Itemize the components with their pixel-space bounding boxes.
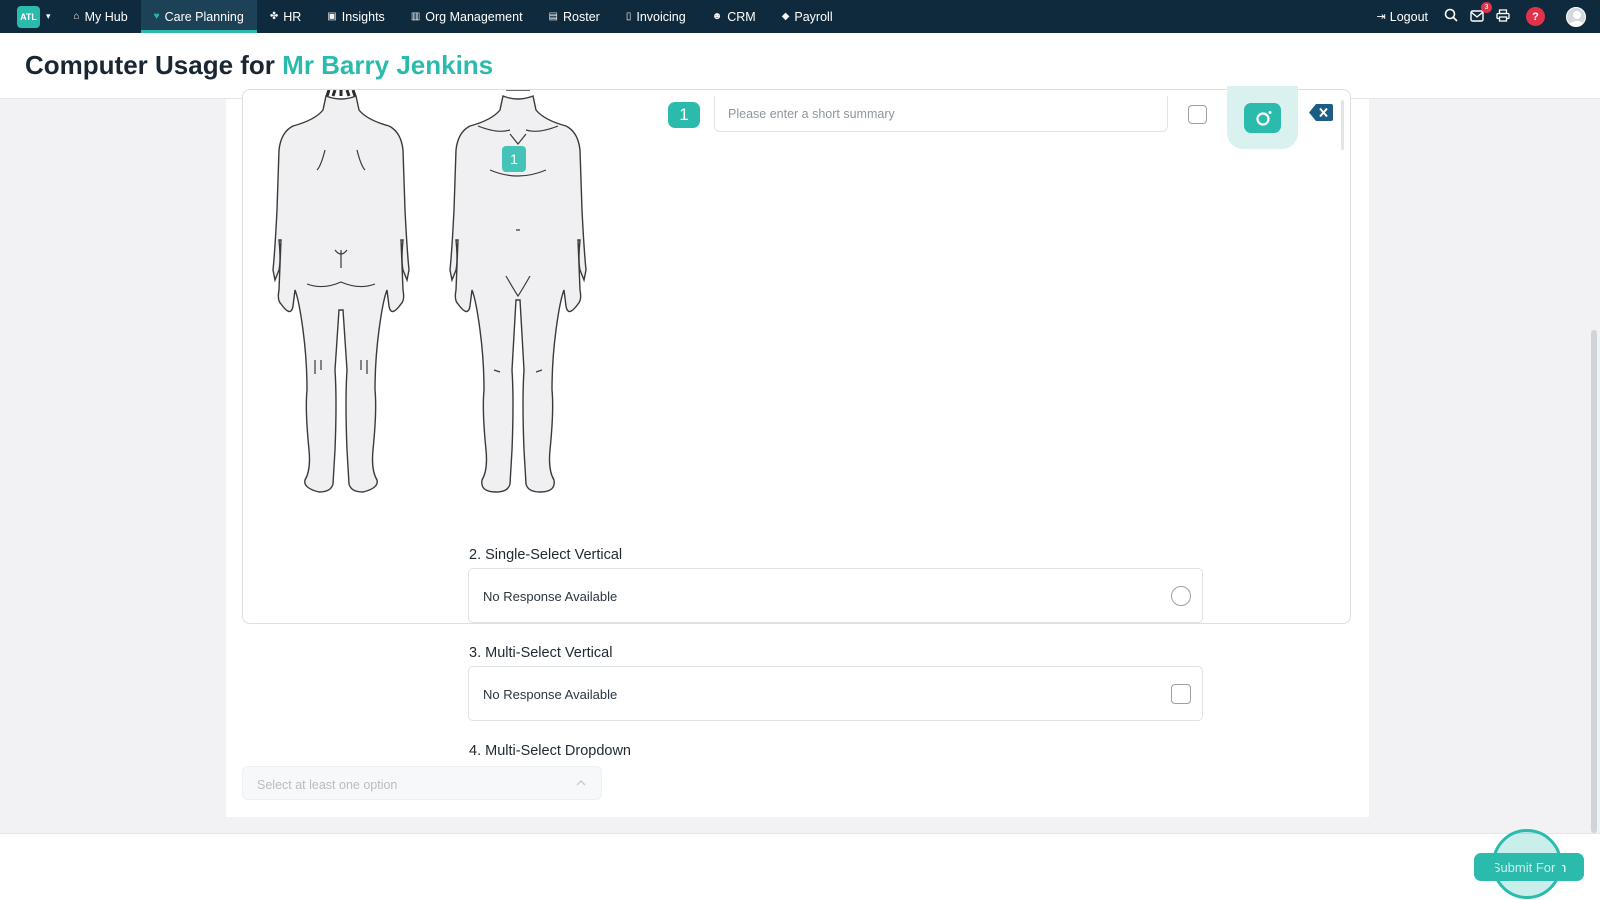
top-nav: ATL ▾ ⌂ My Hub ♥ Care Planning ✤ HR ▣ Insigh… bbox=[0, 0, 1600, 33]
entry-checkbox[interactable] bbox=[1188, 105, 1207, 124]
tag-icon: ◆ bbox=[781, 11, 790, 22]
multi-select-dropdown[interactable]: Select at least one option bbox=[242, 766, 602, 800]
page-scrollbar[interactable] bbox=[1591, 330, 1597, 833]
summary-input[interactable] bbox=[714, 96, 1168, 132]
client-name: Mr Barry Jenkins bbox=[282, 50, 494, 80]
delete-entry-button[interactable] bbox=[1309, 104, 1333, 121]
option-label: No Response Available bbox=[483, 687, 618, 702]
heart-icon: ♥ bbox=[153, 11, 160, 22]
nav-item-crm[interactable]: ☻ CRM bbox=[699, 0, 769, 33]
avatar[interactable] bbox=[1566, 6, 1586, 27]
search-icon[interactable] bbox=[1444, 8, 1458, 25]
chevron-up-icon bbox=[576, 779, 586, 786]
form-footer bbox=[0, 833, 1600, 900]
nav-item-payroll[interactable]: ◆ Payroll bbox=[769, 0, 846, 33]
brand-logo: ATL bbox=[17, 5, 40, 28]
dropdown-placeholder: Select at least one option bbox=[257, 778, 398, 792]
document-icon: ▯ bbox=[625, 11, 632, 22]
nav-item-label: Care Planning bbox=[164, 9, 244, 24]
nav-item-label: Insights bbox=[341, 9, 385, 24]
question-label: 3. Multi-Select Vertical bbox=[469, 645, 613, 661]
mail-icon[interactable]: 3 bbox=[1470, 1, 1492, 25]
photo-button[interactable] bbox=[1227, 86, 1298, 149]
page-title-prefix: Computer Usage for bbox=[25, 50, 275, 80]
radio-button[interactable] bbox=[1171, 586, 1191, 606]
nav-item-label: Org Management bbox=[425, 9, 523, 24]
nav-item-label: HR bbox=[283, 9, 302, 24]
help-button[interactable]: ? bbox=[1526, 7, 1545, 26]
single-select-option[interactable]: No Response Available bbox=[468, 568, 1203, 623]
option-label: No Response Available bbox=[483, 589, 618, 604]
nav-item-my-hub[interactable]: ⌂ My Hub bbox=[61, 0, 141, 33]
nav-item-org-management[interactable]: ▥ Org Management bbox=[398, 0, 536, 33]
paw-icon: ✤ bbox=[269, 11, 279, 22]
submit-form-button[interactable]: Submit For n bbox=[1474, 853, 1584, 881]
nav-item-label: Payroll bbox=[794, 9, 833, 24]
brand-switcher[interactable]: ATL ▾ bbox=[17, 5, 51, 28]
mail-count-badge: 3 bbox=[1481, 1, 1492, 13]
nav-item-label: My Hub bbox=[84, 9, 128, 24]
nav-item-label: Roster bbox=[563, 9, 600, 24]
print-icon[interactable] bbox=[1496, 8, 1510, 25]
backspace-icon bbox=[1309, 104, 1333, 121]
question-label: 4. Multi-Select Dropdown bbox=[469, 743, 631, 759]
nav-right-tools: ⇥ Logout 3 ? bbox=[1377, 0, 1600, 33]
nav-item-label: Invoicing bbox=[636, 9, 686, 24]
entry-number-badge: 1 bbox=[668, 102, 700, 128]
checkbox[interactable] bbox=[1171, 684, 1191, 704]
page-title: Computer Usage for Mr Barry Jenkins bbox=[25, 50, 493, 81]
nav-item-label: CRM bbox=[727, 9, 756, 24]
chevron-down-icon: ▾ bbox=[46, 11, 51, 21]
logout-icon: ⇥ bbox=[1376, 11, 1386, 23]
chart-icon: ▣ bbox=[327, 11, 337, 22]
nav-item-insights[interactable]: ▣ Insights bbox=[314, 0, 398, 33]
body-map-marker[interactable]: 1 bbox=[502, 146, 526, 172]
question-label: 2. Single-Select Vertical bbox=[469, 547, 623, 563]
nav-item-roster[interactable]: ▤ Roster bbox=[536, 0, 613, 33]
form-card: 1 2. Single-Select Vertical No Response … bbox=[226, 89, 1369, 817]
nav-item-hr[interactable]: ✤ HR bbox=[257, 0, 314, 33]
body-map-panel: 1 bbox=[242, 89, 1351, 624]
nav-item-invoicing[interactable]: ▯ Invoicing bbox=[613, 0, 699, 33]
camera-icon bbox=[1244, 102, 1281, 133]
building-icon: ▥ bbox=[410, 11, 421, 22]
home-icon: ⌂ bbox=[73, 11, 80, 22]
users-icon: ☻ bbox=[711, 11, 723, 22]
logout-label: Logout bbox=[1389, 9, 1428, 24]
calendar-icon: ▤ bbox=[548, 11, 558, 22]
logout-button[interactable]: ⇥ Logout bbox=[1377, 10, 1428, 24]
body-map-scrollbar[interactable] bbox=[1341, 100, 1344, 150]
multi-select-option[interactable]: No Response Available bbox=[468, 666, 1203, 721]
body-back-figure[interactable] bbox=[271, 90, 411, 510]
nav-item-care-planning[interactable]: ♥ Care Planning bbox=[140, 0, 257, 33]
